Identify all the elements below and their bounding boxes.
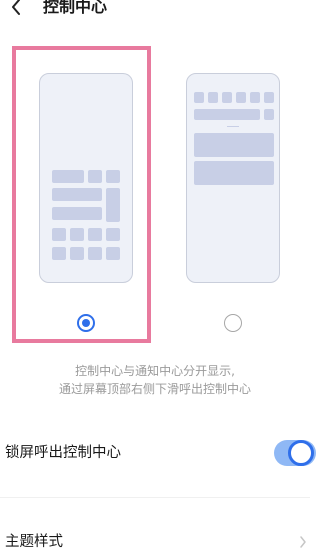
page-title: 控制中心 xyxy=(43,0,108,16)
preview-tile xyxy=(88,170,102,183)
preview-tile xyxy=(88,228,102,241)
notification-card xyxy=(194,133,274,157)
drag-handle-line xyxy=(227,126,239,127)
option-combined-style[interactable] xyxy=(186,73,280,283)
combined-style-radio[interactable] xyxy=(224,314,242,332)
preview-tile xyxy=(250,92,260,103)
preview-tile xyxy=(106,170,120,183)
notification-card xyxy=(194,161,274,185)
description-line-2: 通过屏幕顶部右侧下滑呼出控制中心 xyxy=(58,382,251,396)
preview-tile xyxy=(236,92,246,103)
preview-tile xyxy=(222,92,232,103)
preview-tile xyxy=(52,247,66,260)
preview-tile xyxy=(264,92,274,103)
preview-tile xyxy=(52,188,102,201)
preview-tile xyxy=(52,170,84,183)
preview-tile xyxy=(70,247,84,260)
theme-style-label[interactable]: 主题样式 xyxy=(5,532,63,552)
toggle-knob xyxy=(288,440,314,466)
lock-screen-setting-label: 锁屏呼出控制中心 xyxy=(5,445,121,461)
divider xyxy=(0,497,310,498)
preview-tile xyxy=(70,228,84,241)
description-line-1: 控制中心与通知中心分开显示, xyxy=(75,364,235,378)
chevron-left-icon xyxy=(12,0,20,15)
preview-tile xyxy=(106,228,120,241)
preview-tile xyxy=(264,109,274,120)
preview-tile xyxy=(194,92,204,103)
preview-tile xyxy=(208,92,218,103)
separate-style-radio[interactable] xyxy=(77,314,95,332)
preview-tile xyxy=(106,188,120,222)
back-button[interactable] xyxy=(4,0,34,22)
preview-tile xyxy=(52,207,102,220)
preview-tile xyxy=(88,247,102,260)
preview-tile xyxy=(52,228,66,241)
separate-style-preview xyxy=(39,73,133,283)
chevron-right-icon xyxy=(300,536,306,548)
preview-tile xyxy=(194,109,260,120)
preview-tile xyxy=(106,247,120,260)
